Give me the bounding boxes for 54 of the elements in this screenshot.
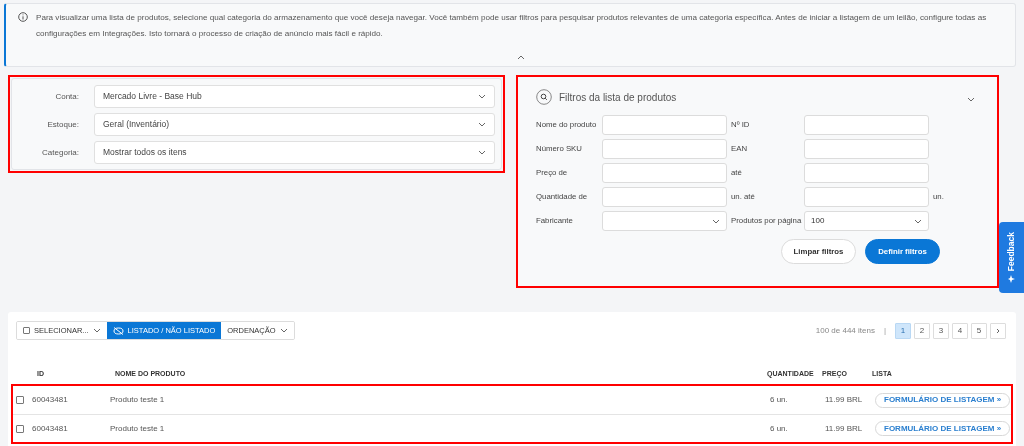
text-field[interactable]	[602, 115, 727, 135]
search-icon	[536, 89, 552, 105]
info-text: Para visualizar uma lista de produtos, selecione qual categoria do armazenamento que você deseja navegar. Você também pode usar filtros para pesquisar produtos relevantes de uma categoria específica. Antes de iniciar a listagem de um leilão, configure todas as configurações em Integrações. Isto tornará o processo de criação de anúncio mais fácil e rápido.	[36, 12, 988, 40]
next-page-button[interactable]	[990, 322, 1006, 339]
table-cell-text: 6 un.	[770, 422, 789, 435]
page-button[interactable]: 2	[914, 322, 930, 339]
chevron-down-icon	[478, 150, 486, 155]
row-checkbox[interactable]	[16, 424, 24, 433]
listing-form-button[interactable]: FORMULÁRIO DE LISTAGEM »	[875, 421, 1011, 436]
select-field[interactable]	[602, 211, 727, 231]
table-cell-text: 60043481	[32, 394, 69, 406]
chevron-down-icon	[914, 218, 922, 224]
feedback-tab[interactable]: Feedback	[999, 222, 1024, 293]
text-field[interactable]	[602, 139, 727, 159]
collapse-icon	[517, 55, 525, 60]
text-field[interactable]	[804, 163, 929, 183]
table-cell-text: Produto teste 1	[110, 422, 166, 435]
text-field[interactable]	[602, 187, 727, 207]
select-field[interactable]: Mostrar todos os itens	[94, 141, 495, 164]
page-button[interactable]: 5	[971, 322, 987, 339]
chevron-down-icon	[478, 122, 486, 127]
row-checkbox[interactable]	[16, 396, 24, 404]
page-button[interactable]: 4	[952, 322, 968, 339]
field-label: Conta:	[54, 90, 80, 103]
page-button[interactable]: 1	[895, 322, 911, 339]
select-field[interactable]: Mercado Livre - Base Hub	[94, 85, 495, 108]
chevron-down-icon	[279, 328, 288, 333]
text-field[interactable]	[602, 163, 727, 183]
separator: |	[882, 324, 887, 337]
text-field[interactable]	[804, 187, 929, 207]
select-field[interactable]: 100	[804, 211, 929, 231]
items-summary: 100 de 444 itens	[815, 324, 875, 337]
chevron-down-icon	[478, 94, 486, 99]
table-cell-text: 11.99 BRL	[825, 422, 864, 435]
chevron-down-icon	[712, 218, 720, 224]
text-field[interactable]	[804, 139, 929, 159]
filter-panel-title: Filtros da lista de produtos	[559, 90, 677, 105]
eye-slash-icon	[112, 326, 124, 335]
text-field[interactable]	[804, 115, 929, 135]
table-cell-text: 11.99 BRL	[825, 394, 864, 406]
listing-form-button[interactable]: FORMULÁRIO DE LISTAGEM »	[875, 392, 1011, 408]
field-label: Estoque:	[46, 118, 80, 131]
chevron-down-icon	[92, 328, 101, 333]
info-icon	[18, 12, 28, 22]
sparkle-icon	[1007, 274, 1016, 283]
table-cell-text: 6 un.	[770, 394, 789, 406]
page-button[interactable]: 3	[933, 322, 949, 339]
field-label: Categoria:	[41, 146, 80, 159]
table-cell-text: 60043481	[32, 422, 69, 435]
expand-icon	[967, 96, 975, 102]
select-field[interactable]: Geral (Inventário)	[94, 113, 495, 136]
table-cell-text: Produto teste 1	[110, 394, 166, 406]
checkbox-icon	[23, 327, 30, 334]
chevron-right-icon	[996, 327, 1000, 334]
